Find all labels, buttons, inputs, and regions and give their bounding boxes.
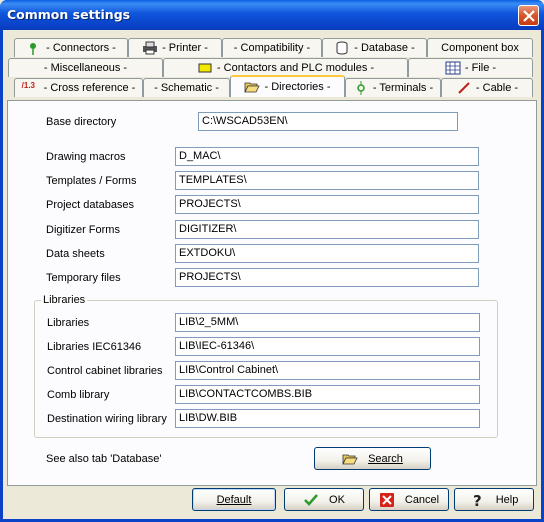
terminal-icon	[357, 81, 365, 95]
project-databases-input[interactable]: PROJECTS\	[175, 195, 479, 214]
libraries-iec61346-input[interactable]: LIB\IEC-61346\	[175, 337, 480, 356]
help-question-icon: ?	[473, 492, 482, 508]
field-label: Destination wiring library	[47, 413, 167, 425]
digitizer-forms-input[interactable]: DIGITIZER\	[175, 220, 479, 239]
field-label: Control cabinet libraries	[47, 365, 163, 377]
folder-open-icon	[342, 454, 358, 464]
field-label: Drawing macros	[46, 151, 126, 163]
tab-label: - Miscellaneous -	[43, 62, 128, 74]
cancel-x-icon	[379, 492, 394, 507]
tab-label: - Directories -	[264, 81, 331, 93]
cross-reference-icon: /1.3	[21, 81, 35, 90]
field-label: Libraries	[47, 317, 90, 329]
field-label: Templates / Forms	[46, 175, 137, 187]
tab-label: - Cross reference -	[43, 82, 136, 94]
field-label: Project databases	[46, 199, 135, 211]
search-button-label: Search	[368, 452, 403, 465]
cable-icon	[458, 82, 470, 94]
ok-button-label: OK	[329, 493, 345, 506]
tab-label: - Printer -	[162, 42, 208, 54]
folder-open-icon	[244, 82, 261, 93]
comb-library-input[interactable]: LIB\CONTACTCOMBS.BIB	[175, 385, 480, 404]
contactor-icon	[198, 63, 212, 73]
templates-forms-input[interactable]: TEMPLATES\	[175, 171, 479, 190]
connector-icon	[30, 43, 37, 55]
tab-cable[interactable]: - Cable -	[441, 78, 533, 97]
database-icon	[336, 41, 348, 55]
temporary-files-input[interactable]: PROJECTS\	[175, 268, 479, 287]
close-button[interactable]	[518, 5, 539, 26]
dialog-window: Common settings - Connectors - - Printer…	[0, 0, 544, 522]
base-directory-input[interactable]: C:\WSCAD53EN\	[198, 112, 458, 131]
cancel-button-label: Cancel	[404, 493, 440, 506]
default-button[interactable]: Default	[192, 488, 276, 511]
tab-file[interactable]: - File -	[408, 58, 533, 77]
help-button-label: Help	[495, 493, 519, 506]
field-label: Libraries IEC61346	[47, 341, 142, 353]
tab-miscellaneous[interactable]: - Miscellaneous -	[8, 58, 163, 77]
libraries-groupbox: Libraries Libraries LIB\2_5MM\ Libraries…	[34, 294, 498, 438]
tab-label: - Connectors -	[46, 42, 116, 54]
grid-file-icon	[445, 61, 461, 75]
destination-wiring-library-input[interactable]: LIB\DW.BIB	[175, 409, 480, 428]
field-label: Comb library	[47, 389, 110, 401]
control-cabinet-libraries-input[interactable]: LIB\Control Cabinet\	[175, 361, 480, 380]
title-bar[interactable]: Common settings	[0, 0, 544, 30]
see-also-note: See also tab 'Database'	[46, 453, 162, 465]
window-title: Common settings	[7, 7, 131, 22]
help-button[interactable]: ? Help	[454, 488, 534, 511]
tab-label: - Schematic -	[154, 82, 219, 94]
tab-database[interactable]: - Database -	[322, 38, 427, 57]
tab-directories[interactable]: - Directories -	[230, 75, 345, 97]
tab-component-box[interactable]: Component box	[427, 38, 533, 57]
svg-text:?: ?	[473, 492, 482, 508]
dialog-client: - Connectors - - Printer - - Compatibili…	[3, 30, 541, 519]
search-button[interactable]: Search	[314, 447, 431, 470]
base-directory-label: Base directory	[46, 116, 117, 128]
directories-tab-page: Base directory C:\WSCAD53EN\ Drawing mac…	[7, 100, 537, 486]
tab-cross-reference[interactable]: /1.3 - Cross reference -	[14, 78, 143, 97]
tab-label: - Database -	[354, 42, 415, 54]
ok-button[interactable]: OK	[284, 488, 364, 511]
field-label: Digitizer Forms	[46, 224, 120, 236]
checkmark-icon	[304, 493, 318, 506]
libraries-group-title: Libraries	[41, 294, 88, 306]
data-sheets-input[interactable]: EXTDOKU\	[175, 244, 479, 263]
field-label: Temporary files	[46, 272, 121, 284]
printer-icon	[143, 41, 158, 55]
close-icon	[523, 10, 535, 22]
tab-label: Component box	[441, 42, 519, 54]
drawing-macros-input[interactable]: D_MAC\	[175, 147, 479, 166]
field-label: Data sheets	[46, 248, 105, 260]
cancel-button[interactable]: Cancel	[369, 488, 449, 511]
tab-label: - Compatibility -	[233, 42, 311, 54]
tab-terminals[interactable]: - Terminals -	[345, 78, 441, 97]
tab-compatibility[interactable]: - Compatibility -	[222, 38, 322, 57]
tab-label: - Terminals -	[372, 82, 434, 94]
default-button-label: Default	[216, 493, 252, 506]
tab-printer[interactable]: - Printer -	[128, 38, 222, 57]
tab-label: - Contactors and PLC modules -	[216, 62, 375, 74]
tab-label: - File -	[464, 62, 497, 74]
tab-schematic[interactable]: - Schematic -	[143, 78, 230, 97]
tab-connectors[interactable]: - Connectors -	[14, 38, 128, 57]
libraries-input[interactable]: LIB\2_5MM\	[175, 313, 480, 332]
tab-label: - Cable -	[475, 82, 519, 94]
